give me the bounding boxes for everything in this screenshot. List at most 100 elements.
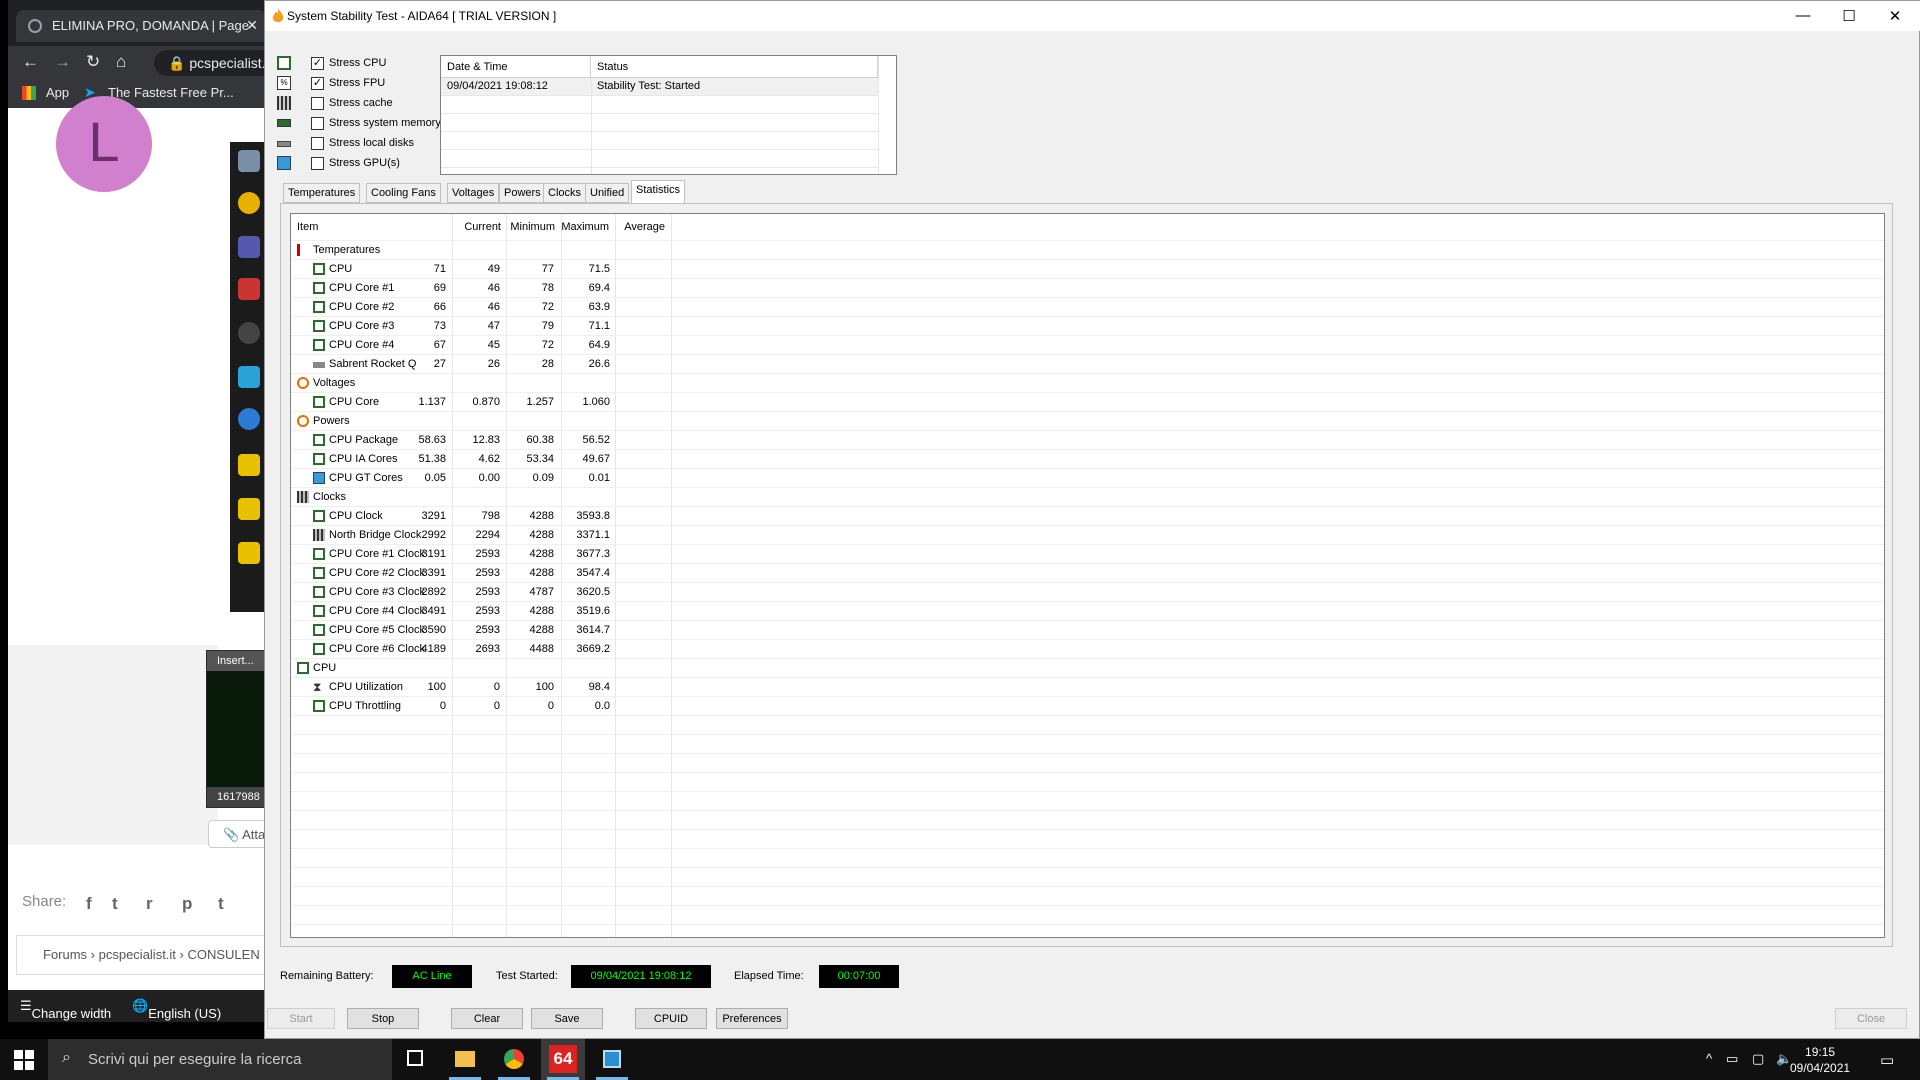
- table-row[interactable]: CPU GT Cores 0.05 0.00 0.09 0.01: [291, 469, 1884, 488]
- value-min: 12.83: [472, 434, 500, 446]
- taskbar-search-box[interactable]: ⌕ Scrivi qui per eseguire la ricerca: [48, 1039, 392, 1080]
- taskbar-clock[interactable]: 19:15 09/04/2021: [1790, 1044, 1850, 1076]
- table-row[interactable]: CPU IA Cores 51.38 4.62 53.34 49.67: [291, 450, 1884, 469]
- value-max: 4288: [529, 605, 554, 617]
- table-row[interactable]: CPU Core #1 69 46 78 69.4: [291, 279, 1884, 298]
- battery-icon[interactable]: ▭: [1726, 1051, 1738, 1067]
- tab-unified[interactable]: Unified: [585, 183, 630, 203]
- stress-cpu-checkbox[interactable]: ✓: [311, 57, 324, 70]
- value-min: 46: [487, 282, 500, 294]
- maximum-column-header[interactable]: Maximum: [549, 214, 609, 241]
- datetime-column-header[interactable]: Date & Time: [441, 56, 591, 78]
- change-width-link[interactable]: ☰ Change width: [20, 998, 111, 1021]
- close-window-button[interactable]: ✕: [1875, 7, 1915, 25]
- network-icon[interactable]: ▢: [1752, 1051, 1764, 1067]
- table-row[interactable]: CPU Core #2 66 46 72 63.9: [291, 298, 1884, 317]
- twitter-icon[interactable]: t: [112, 894, 118, 914]
- start-button[interactable]: Start: [267, 1008, 335, 1029]
- table-row[interactable]: ⧗ CPU Utilization 100 0 100 98.4: [291, 678, 1884, 697]
- home-icon[interactable]: ⌂: [116, 52, 126, 72]
- value-max: 4288: [529, 548, 554, 560]
- address-bar[interactable]: 🔒 pcspecialist.: [154, 50, 268, 76]
- group-row[interactable]: Voltages: [291, 374, 1884, 393]
- tab-statistics[interactable]: Statistics: [631, 180, 686, 204]
- tab-clocks[interactable]: Clocks: [543, 183, 587, 203]
- table-row[interactable]: CPU Core #5 Clock 3590 2593 4288 3614.7: [291, 621, 1884, 640]
- voltage-icon: [297, 377, 309, 389]
- status-column-header[interactable]: Status: [591, 56, 878, 78]
- table-row[interactable]: CPU 71 49 77 71.5: [291, 260, 1884, 279]
- table-row[interactable]: CPU Core #4 Clock 3491 2593 4288 3519.6: [291, 602, 1884, 621]
- table-row[interactable]: CPU Throttling 0 0 0 0.0: [291, 697, 1884, 716]
- windows-start-icon[interactable]: [14, 1050, 34, 1070]
- stress-cache-checkbox[interactable]: [311, 97, 324, 110]
- minimum-column-header[interactable]: Minimum: [495, 214, 555, 241]
- cpuid-button[interactable]: CPUID: [635, 1008, 707, 1029]
- reddit-icon[interactable]: r: [146, 894, 153, 914]
- table-row[interactable]: CPU Core #1 Clock 3191 2593 4288 3677.3: [291, 545, 1884, 564]
- reload-icon[interactable]: ↻: [86, 52, 100, 72]
- stress-disks-checkbox[interactable]: [311, 137, 324, 150]
- group-row[interactable]: Temperatures: [291, 241, 1884, 260]
- chrome-taskbar-button[interactable]: [492, 1039, 536, 1080]
- forum-footer: ☰ Change width 🌐 English (US): [8, 990, 268, 1022]
- attachment-thumbnail[interactable]: Insert... 1617988: [206, 650, 268, 808]
- browser-tab[interactable]: ELIMINA PRO, DOMANDA | Page ✕: [16, 10, 266, 42]
- group-row[interactable]: Powers: [291, 412, 1884, 431]
- back-icon[interactable]: ←: [22, 52, 39, 72]
- table-row[interactable]: CPU Package 58.63 12.83 60.38 56.52: [291, 431, 1884, 450]
- search-icon: ⌕: [62, 1049, 71, 1066]
- stop-button[interactable]: Stop: [347, 1008, 419, 1029]
- table-row[interactable]: Sabrent Rocket Q 27 26 28 26.6: [291, 355, 1884, 374]
- table-row[interactable]: CPU Core 1.137 0.870 1.257 1.060: [291, 393, 1884, 412]
- average-column-header[interactable]: Average: [605, 214, 665, 241]
- save-button[interactable]: Save: [531, 1008, 603, 1029]
- clear-button[interactable]: Clear: [451, 1008, 523, 1029]
- value-cur: 2992: [421, 529, 446, 541]
- value-min: 798: [481, 510, 500, 522]
- tumblr-icon[interactable]: t: [218, 894, 224, 914]
- app-taskbar-button[interactable]: [590, 1039, 634, 1080]
- value-min: 2693: [475, 643, 500, 655]
- preferences-button[interactable]: Preferences: [716, 1008, 788, 1029]
- row-name: Clocks: [313, 491, 347, 503]
- stress-fpu-checkbox[interactable]: ✓: [311, 77, 324, 90]
- task-view-button[interactable]: [393, 1039, 437, 1080]
- table-row[interactable]: CPU Clock 3291 798 4288 3593.8: [291, 507, 1884, 526]
- table-row[interactable]: CPU Core #4 67 45 72 64.9: [291, 336, 1884, 355]
- forward-icon[interactable]: →: [54, 52, 71, 72]
- thumbnail-insert-label[interactable]: Insert...: [207, 651, 268, 671]
- table-row[interactable]: CPU Core #3 73 47 79 71.1: [291, 317, 1884, 336]
- stress-memory-checkbox[interactable]: [311, 117, 324, 130]
- stress-gpu-checkbox[interactable]: [311, 157, 324, 170]
- item-column-header[interactable]: Item: [297, 214, 318, 241]
- minimize-button[interactable]: —: [1783, 7, 1823, 24]
- current-column-header[interactable]: Current: [441, 214, 501, 241]
- bookmark-apps[interactable]: App: [46, 85, 69, 100]
- maximize-button[interactable]: ☐: [1829, 7, 1869, 25]
- aida64-taskbar-button[interactable]: 64: [541, 1039, 585, 1080]
- breadcrumb[interactable]: Forums › pcspecialist.it › CONSULEN: [16, 935, 268, 975]
- bookmark-fastest[interactable]: The Fastest Free Pr...: [108, 85, 234, 100]
- show-hidden-icons[interactable]: ^: [1706, 1051, 1712, 1066]
- pinterest-icon[interactable]: p: [182, 894, 192, 914]
- tab-cooling-fans[interactable]: Cooling Fans: [366, 183, 441, 203]
- language-link[interactable]: 🌐 English (US): [132, 998, 221, 1021]
- attach-files-button[interactable]: 📎 Atta: [208, 820, 268, 848]
- table-row[interactable]: CPU Core #3 Clock 2892 2593 4787 3620.5: [291, 583, 1884, 602]
- close-tab-icon[interactable]: ✕: [246, 17, 258, 34]
- notification-icon[interactable]: ▭: [1880, 1051, 1894, 1069]
- table-row[interactable]: CPU Core #2 Clock 3391 2593 4288 3547.4: [291, 564, 1884, 583]
- group-row[interactable]: CPU: [291, 659, 1884, 678]
- facebook-icon[interactable]: f: [86, 894, 92, 914]
- table-row[interactable]: North Bridge Clock 2992 2294 4288 3371.1: [291, 526, 1884, 545]
- tab-voltages[interactable]: Voltages: [447, 183, 500, 203]
- close-button[interactable]: Close: [1835, 1008, 1907, 1029]
- tab-temperatures[interactable]: Temperatures: [283, 183, 361, 203]
- empty-row: [291, 735, 1884, 754]
- tab-powers[interactable]: Powers: [499, 183, 546, 203]
- table-row[interactable]: CPU Core #6 Clock 4189 2693 4488 3669.2: [291, 640, 1884, 659]
- group-row[interactable]: Clocks: [291, 488, 1884, 507]
- file-explorer-button[interactable]: [443, 1039, 487, 1080]
- status-log-row[interactable]: 09/04/2021 19:08:12 Stability Test: Star…: [441, 78, 878, 96]
